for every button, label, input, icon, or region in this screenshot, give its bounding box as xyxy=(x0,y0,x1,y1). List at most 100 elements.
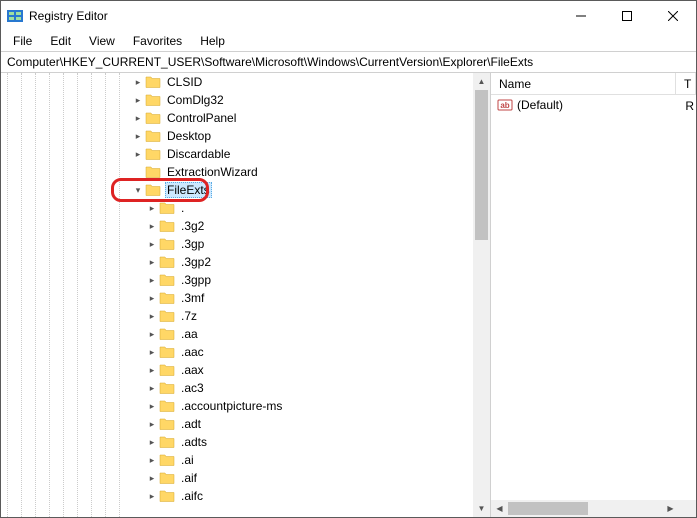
value-list[interactable]: ab (Default) R xyxy=(491,95,696,517)
tree-label[interactable]: .ac3 xyxy=(179,380,206,396)
minimize-button[interactable] xyxy=(558,1,604,31)
tree-label[interactable]: .adts xyxy=(179,434,209,450)
tree-row[interactable]: ▸ .aax xyxy=(5,361,490,379)
chevron-right-icon[interactable]: ▸ xyxy=(145,363,159,377)
scroll-thumb-h[interactable] xyxy=(508,502,588,515)
column-type[interactable]: T xyxy=(676,73,696,94)
scroll-left-icon[interactable]: ◀ xyxy=(491,500,508,517)
menu-view[interactable]: View xyxy=(81,32,123,50)
scroll-track-h[interactable] xyxy=(508,500,662,517)
chevron-right-icon[interactable]: ▸ xyxy=(145,345,159,359)
menu-edit[interactable]: Edit xyxy=(42,32,79,50)
tree-row[interactable]: ▸ .7z xyxy=(5,307,490,325)
tree-row[interactable]: ▸ ComDlg32 xyxy=(5,91,490,109)
tree-label[interactable]: .aax xyxy=(179,362,206,378)
chevron-down-icon[interactable]: ▾ xyxy=(131,183,145,197)
tree-row[interactable]: ▸ .adt xyxy=(5,415,490,433)
tree-row[interactable]: ▸ .adts xyxy=(5,433,490,451)
tree-row[interactable]: ▸ .aifc xyxy=(5,487,490,505)
scroll-down-icon[interactable]: ▼ xyxy=(473,500,490,517)
tree-label[interactable]: .aac xyxy=(179,344,206,360)
tree-row[interactable]: ▸ Desktop xyxy=(5,127,490,145)
tree-label[interactable]: .aa xyxy=(179,326,200,342)
regedit-icon xyxy=(7,8,23,24)
maximize-button[interactable] xyxy=(604,1,650,31)
menu-favorites[interactable]: Favorites xyxy=(125,32,190,50)
tree-label[interactable]: .aif xyxy=(179,470,199,486)
tree-label[interactable]: .adt xyxy=(179,416,203,432)
tree-label[interactable]: FileExts xyxy=(165,182,212,198)
tree-label[interactable]: Discardable xyxy=(165,146,232,162)
column-name[interactable]: Name xyxy=(491,73,676,94)
tree-label[interactable]: ComDlg32 xyxy=(165,92,226,108)
tree-label[interactable]: .accountpicture-ms xyxy=(179,398,284,414)
tree-label[interactable]: Desktop xyxy=(165,128,213,144)
chevron-right-icon[interactable]: ▸ xyxy=(145,399,159,413)
chevron-right-icon[interactable]: ▸ xyxy=(131,93,145,107)
chevron-right-icon[interactable]: ▸ xyxy=(145,381,159,395)
tree-row[interactable]: ▸ .accountpicture-ms xyxy=(5,397,490,415)
tree-row[interactable]: ▸ .3gpp xyxy=(5,271,490,289)
scroll-up-icon[interactable]: ▲ xyxy=(473,73,490,90)
tree-row[interactable]: ▸ .ai xyxy=(5,451,490,469)
menu-help[interactable]: Help xyxy=(192,32,233,50)
chevron-right-icon[interactable]: ▸ xyxy=(145,489,159,503)
menu-file[interactable]: File xyxy=(5,32,40,50)
scroll-right-icon[interactable]: ▶ xyxy=(662,500,679,517)
chevron-right-icon[interactable]: ▸ xyxy=(131,147,145,161)
tree-label[interactable]: .7z xyxy=(179,308,199,324)
tree-row[interactable]: ▸ ControlPanel xyxy=(5,109,490,127)
chevron-right-icon[interactable]: ▸ xyxy=(145,435,159,449)
tree-row[interactable]: ▸ .3gp2 xyxy=(5,253,490,271)
chevron-right-icon[interactable]: ▸ xyxy=(131,111,145,125)
tree-row[interactable]: ▸ Discardable xyxy=(5,145,490,163)
address-input[interactable] xyxy=(7,55,690,69)
chevron-right-icon[interactable]: ▸ xyxy=(145,255,159,269)
tree-label[interactable]: .3g2 xyxy=(179,218,206,234)
tree-label[interactable]: CLSID xyxy=(165,74,204,90)
chevron-right-icon[interactable]: ▸ xyxy=(131,75,145,89)
tree-label[interactable]: ExtractionWizard xyxy=(165,164,260,180)
tree-row[interactable]: ▸ .3g2 xyxy=(5,217,490,235)
close-button[interactable] xyxy=(650,1,696,31)
chevron-right-icon[interactable]: ▸ xyxy=(145,237,159,251)
tree-scroll[interactable]: ▸ CLSID ▸ ComDlg32 ▸ ControlPanel ▸ Desktop ▸ Dis… xyxy=(1,73,490,517)
tree-row[interactable]: ▸ .aac xyxy=(5,343,490,361)
chevron-right-icon[interactable]: ▸ xyxy=(145,471,159,485)
value-row[interactable]: ab (Default) xyxy=(491,95,696,115)
chevron-right-icon[interactable]: ▸ xyxy=(131,129,145,143)
tree-row[interactable]: ExtractionWizard xyxy=(5,163,490,181)
tree-label[interactable]: .aifc xyxy=(179,488,205,504)
tree-label[interactable]: .3mf xyxy=(179,290,206,306)
chevron-right-icon[interactable]: ▸ xyxy=(145,327,159,341)
tree-row[interactable]: ▸ .3mf xyxy=(5,289,490,307)
chevron-right-icon[interactable]: ▸ xyxy=(145,417,159,431)
tree-pane: ▸ CLSID ▸ ComDlg32 ▸ ControlPanel ▸ Desktop ▸ Dis… xyxy=(1,73,491,517)
chevron-right-icon[interactable]: ▸ xyxy=(145,273,159,287)
scroll-track[interactable] xyxy=(473,90,490,500)
tree-row[interactable]: ▸ .aa xyxy=(5,325,490,343)
tree-row[interactable]: ▸ .aif xyxy=(5,469,490,487)
value-header: Name T xyxy=(491,73,696,95)
folder-icon xyxy=(159,219,175,233)
chevron-right-icon[interactable]: ▸ xyxy=(145,309,159,323)
value-pane: Name T ab (Default) R ◀ xyxy=(491,73,696,517)
tree-vertical-scrollbar[interactable]: ▲ ▼ xyxy=(473,73,490,517)
value-horizontal-scrollbar[interactable]: ◀ ▶ xyxy=(491,500,679,517)
tree-label[interactable]: ControlPanel xyxy=(165,110,238,126)
tree-row[interactable]: ▾ FileExts xyxy=(5,181,490,199)
tree-row[interactable]: ▸ .3gp xyxy=(5,235,490,253)
tree-label[interactable]: .3gp xyxy=(179,236,206,252)
tree-label[interactable]: .3gp2 xyxy=(179,254,213,270)
chevron-right-icon[interactable]: ▸ xyxy=(145,453,159,467)
chevron-right-icon[interactable]: ▸ xyxy=(145,219,159,233)
tree-row[interactable]: ▸ CLSID xyxy=(5,73,490,91)
tree-row[interactable]: ▸ .ac3 xyxy=(5,379,490,397)
chevron-right-icon[interactable]: ▸ xyxy=(145,201,159,215)
tree-row[interactable]: ▸. xyxy=(5,199,490,217)
tree-label[interactable]: .ai xyxy=(179,452,196,468)
scroll-thumb[interactable] xyxy=(475,90,488,240)
tree-label[interactable]: .3gpp xyxy=(179,272,213,288)
tree-label[interactable]: . xyxy=(179,200,186,216)
chevron-right-icon[interactable]: ▸ xyxy=(145,291,159,305)
